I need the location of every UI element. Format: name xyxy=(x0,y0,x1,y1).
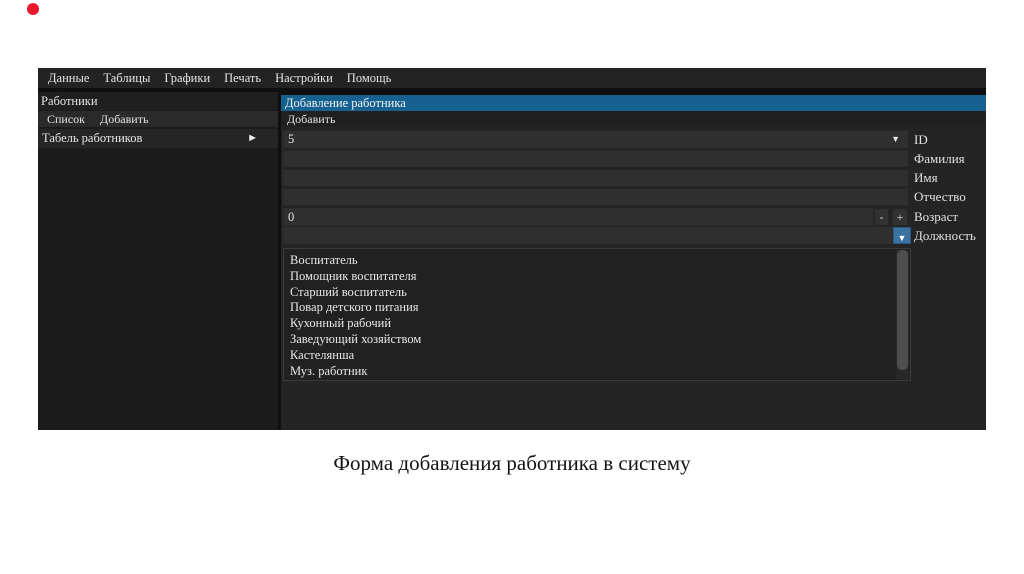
list-item[interactable]: Повар детского питания xyxy=(290,300,910,316)
age-value: 0 xyxy=(288,210,295,224)
position-dropdown-button[interactable]: ▼ xyxy=(893,227,911,244)
menu-item-print[interactable]: Печать xyxy=(217,68,268,88)
dropdown-icon: ▼ xyxy=(897,233,907,243)
menu-item-data[interactable]: Данные xyxy=(41,68,96,88)
sidebar-menu-add[interactable]: Добавить xyxy=(100,111,148,127)
field-label-patronymic: Отчество xyxy=(914,189,966,204)
sidebar-item-timesheet[interactable]: Табель работников ► xyxy=(38,129,278,148)
field-label-position: Должность xyxy=(914,228,976,243)
sidebar-submenu: Список Добавить xyxy=(38,111,278,127)
record-dot-icon xyxy=(27,3,39,15)
field-label-age: Возраст xyxy=(914,209,959,224)
age-input[interactable]: 0 xyxy=(283,208,873,226)
app-window: Данные Таблицы Графики Печать Настройки … xyxy=(38,68,986,430)
field-label-id: ID xyxy=(914,132,928,147)
list-item[interactable]: Муз. работник xyxy=(290,364,910,380)
position-list: Воспитатель Помощник воспитателя Старший… xyxy=(283,248,911,381)
firstname-input[interactable] xyxy=(283,170,908,186)
surname-input[interactable] xyxy=(283,151,908,167)
expand-right-icon: ► xyxy=(247,132,258,144)
age-decrement-button[interactable]: - xyxy=(874,208,889,226)
slide-caption: Форма добавления работника в систему xyxy=(333,451,691,475)
dropdown-icon[interactable]: ▼ xyxy=(891,131,900,148)
sidebar-menu-list[interactable]: Список xyxy=(47,111,85,127)
age-increment-button[interactable]: + xyxy=(892,208,908,226)
sidebar: Работники Список Добавить Табель работни… xyxy=(38,92,278,430)
main-panel: Добавление работника Добавить 5 ▼ 0 - + xyxy=(281,95,986,430)
field-label-surname: Фамилия xyxy=(914,151,965,166)
list-item[interactable]: Заведующий хозяйством xyxy=(290,332,910,348)
menu-item-charts[interactable]: Графики xyxy=(157,68,217,88)
menu-item-settings[interactable]: Настройки xyxy=(268,68,340,88)
list-item[interactable]: Кастелянша xyxy=(290,348,910,364)
list-item[interactable]: Воспитатель xyxy=(290,253,910,269)
list-item[interactable]: Кухонный рабочий xyxy=(290,316,910,332)
menu-item-add-action[interactable]: Добавить xyxy=(281,111,986,127)
menu-item-help[interactable]: Помощь xyxy=(340,68,399,88)
sidebar-item-label: Табель работников xyxy=(42,131,143,145)
id-combo[interactable]: 5 ▼ xyxy=(283,131,908,148)
menu-item-tables[interactable]: Таблицы xyxy=(96,68,157,88)
scrollbar[interactable] xyxy=(896,250,909,379)
field-label-firstname: Имя xyxy=(914,170,938,185)
list-item[interactable]: Помощник воспитателя xyxy=(290,269,910,285)
id-value: 5 xyxy=(288,132,295,146)
sidebar-title: Работники xyxy=(38,92,278,110)
tab-add-worker[interactable]: Добавление работника xyxy=(281,95,986,111)
menu-bar: Данные Таблицы Графики Печать Настройки … xyxy=(38,68,986,88)
scrollbar-thumb[interactable] xyxy=(897,250,908,370)
position-combo[interactable] xyxy=(283,227,893,244)
patronymic-input[interactable] xyxy=(283,189,908,205)
slide: Данные Таблицы Графики Печать Настройки … xyxy=(0,0,1024,574)
list-item[interactable]: Старший воспитатель xyxy=(290,285,910,301)
